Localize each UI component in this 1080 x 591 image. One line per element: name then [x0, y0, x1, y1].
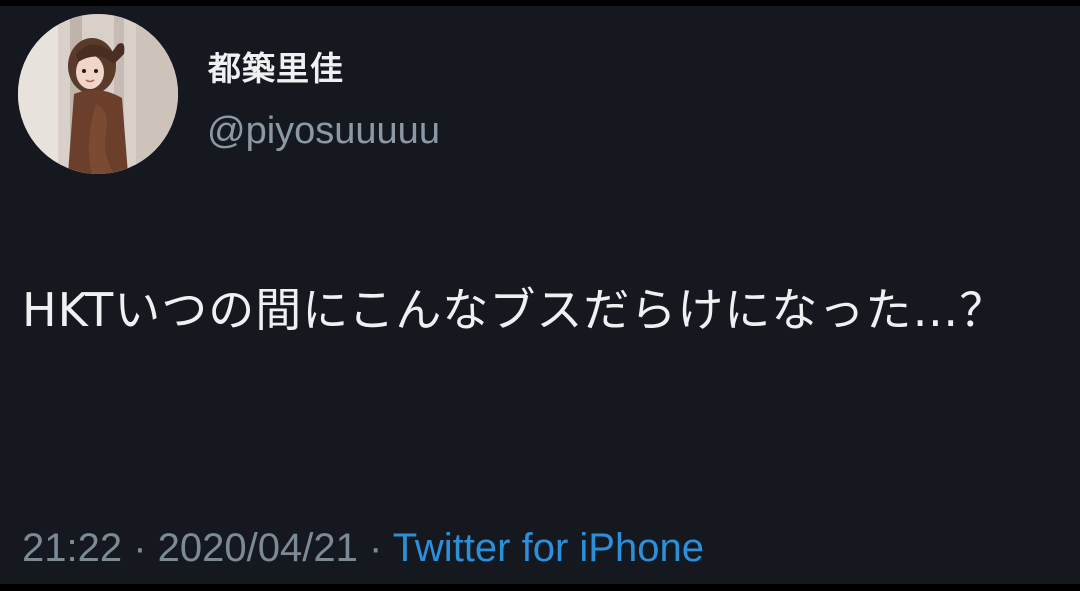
meta-separator: ·	[122, 526, 158, 570]
profile-photo-icon	[18, 14, 178, 174]
tweet-metadata: 21:22 · 2020/04/21 · Twitter for iPhone	[22, 526, 704, 571]
tweet-text: HKTいつの間にこんなブスだらけになった…？	[22, 283, 1007, 337]
tweet-time[interactable]: 21:22	[22, 526, 122, 570]
display-name[interactable]: 都築里佳	[208, 42, 344, 90]
meta-separator: ·	[357, 526, 393, 570]
user-handle[interactable]: @piyosuuuuu	[207, 110, 440, 153]
tweet-date[interactable]: 2020/04/21	[158, 526, 358, 570]
tweet-source-link[interactable]: Twitter for iPhone	[393, 526, 704, 570]
tweet-card: 都築里佳 @piyosuuuuu HKTいつの間にこんなブスだらけになった…？ …	[0, 0, 1080, 591]
avatar[interactable]	[18, 14, 178, 174]
